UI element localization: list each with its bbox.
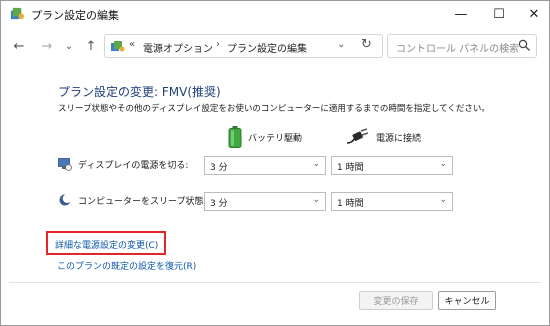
- display-off-battery-value: 3 分: [210, 163, 228, 173]
- breadcrumb-power-options[interactable]: 電源オプション: [143, 40, 213, 55]
- maximize-button[interactable]: ☐: [481, 1, 517, 27]
- column-label-plugged: 電源に接続: [376, 133, 422, 144]
- search-icon: [518, 39, 530, 51]
- address-bar[interactable]: « 電源オプション › プラン設定の編集 ⌄ ↻: [104, 34, 383, 58]
- chevron-down-icon: ⌄: [312, 159, 320, 169]
- refresh-icon[interactable]: ↻: [361, 37, 372, 52]
- column-header-battery: バッテリ駆動: [228, 125, 302, 149]
- power-plug-icon: [346, 128, 369, 144]
- footer-divider: [9, 282, 541, 283]
- display-off-battery-select[interactable]: 3 分 ⌄: [204, 156, 326, 175]
- up-button[interactable]: ↑: [81, 36, 101, 56]
- display-off-plugged-value: 1 時間: [337, 163, 364, 173]
- monitor-clock-icon: [58, 158, 72, 171]
- column-header-plugged: 電源に接続: [346, 125, 421, 149]
- breadcrumb-separator: ›: [216, 39, 220, 50]
- power-options-icon: [10, 7, 25, 20]
- column-label-battery: バッテリ駆動: [248, 133, 303, 144]
- back-button[interactable]: ←: [9, 36, 29, 56]
- breadcrumb-edit-plan[interactable]: プラン設定の編集: [227, 40, 307, 55]
- edit-plan-settings-window: プラン設定の編集 — ☐ ✕ ← → ⌄ ↑ « 電源オプション › プラン設定…: [0, 0, 550, 326]
- recent-locations-button[interactable]: ⌄: [59, 36, 79, 56]
- page-description: スリープ状態やその他のディスプレイ設定をお使いのコンピューターに適用するまでの時…: [58, 104, 490, 114]
- display-off-label: ディスプレイの電源を切る:: [58, 157, 188, 171]
- display-off-text: ディスプレイの電源を切る:: [78, 160, 189, 171]
- address-dropdown-icon[interactable]: ⌄: [337, 39, 345, 50]
- control-panel-icon: [111, 41, 125, 52]
- sleep-battery-select[interactable]: 3 分 ⌄: [204, 192, 326, 211]
- battery-icon: [228, 126, 242, 148]
- breadcrumb-overflow[interactable]: «: [129, 39, 135, 50]
- restore-default-settings-link[interactable]: このプランの既定の設定を復元(R): [57, 259, 196, 272]
- search-input[interactable]: コントロール パネルの検索: [387, 34, 537, 58]
- save-changes-button[interactable]: 変更の保存: [359, 291, 433, 310]
- navigation-bar: ← → ⌄ ↑ « 電源オプション › プラン設定の編集 ⌄ ↻ コントロール …: [1, 30, 549, 60]
- minimize-button[interactable]: —: [443, 1, 479, 27]
- sleep-plugged-select[interactable]: 1 時間 ⌄: [331, 192, 453, 211]
- sleep-battery-value: 3 分: [210, 199, 228, 209]
- display-off-plugged-select[interactable]: 1 時間 ⌄: [331, 156, 453, 175]
- close-button[interactable]: ✕: [516, 1, 550, 27]
- cancel-button[interactable]: キャンセル: [438, 291, 496, 310]
- page-title: プラン設定の変更: FMV(推奨): [58, 85, 221, 99]
- chevron-down-icon: ⌄: [312, 195, 320, 205]
- sleep-plugged-value: 1 時間: [337, 199, 364, 209]
- search-placeholder: コントロール パネルの検索: [396, 44, 520, 55]
- chevron-down-icon: ⌄: [439, 159, 447, 169]
- moon-icon: [59, 194, 72, 206]
- advanced-power-settings-link[interactable]: 詳細な電源設定の変更(C): [55, 238, 158, 251]
- chevron-down-icon: ⌄: [439, 195, 447, 205]
- forward-button[interactable]: →: [37, 36, 57, 56]
- window-title: プラン設定の編集: [31, 9, 119, 22]
- title-bar: プラン設定の編集 — ☐ ✕: [1, 1, 549, 27]
